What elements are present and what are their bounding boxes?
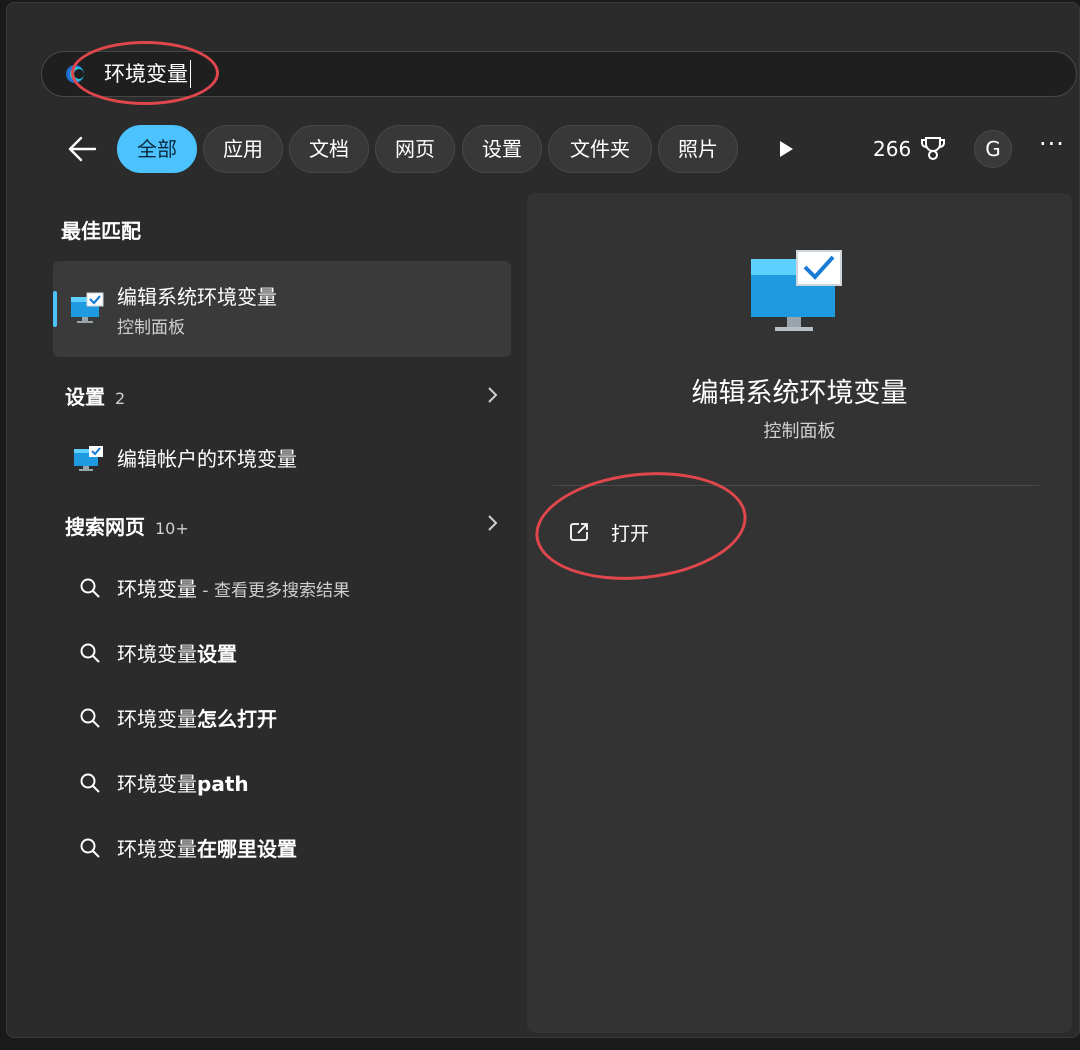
open-label: 打开 (611, 523, 650, 545)
bing-logo-icon (66, 65, 84, 83)
web-result-label: 环境变量设置 (117, 642, 237, 666)
web-result-item[interactable]: 环境变量path (65, 762, 515, 802)
tab-documents[interactable]: 文档 (289, 125, 369, 173)
web-section-heading[interactable]: 搜索网页 10+ (65, 511, 189, 540)
web-section-count: 10+ (155, 519, 189, 538)
search-icon (80, 643, 100, 663)
search-box[interactable]: 环境变量 (41, 51, 1077, 97)
best-match-item[interactable]: 编辑系统环境变量 控制面板 (53, 261, 511, 357)
more-options-icon[interactable]: ··· (1037, 132, 1067, 161)
search-window: 环境变量 全部 应用 文档 网页 设置 文件夹 照片 266 G ··· 最佳匹… (6, 2, 1080, 1038)
best-match-subtitle: 控制面板 (117, 318, 185, 338)
chevron-right-icon[interactable] (485, 513, 499, 533)
selection-indicator (53, 291, 57, 327)
best-match-title: 编辑系统环境变量 (117, 285, 277, 309)
best-match-heading: 最佳匹配 (61, 219, 141, 243)
tab-web[interactable]: 网页 (375, 125, 455, 173)
web-result-label: 环境变量path (117, 772, 249, 796)
account-avatar[interactable]: G (974, 130, 1012, 168)
search-icon (80, 773, 100, 793)
system-properties-monitor-icon (74, 446, 103, 471)
web-section-title: 搜索网页 (65, 515, 145, 539)
results-list: 最佳匹配 编辑系统环境变量 控制面板 设置 2 编辑帐户的环境变量 搜索网页 1… (7, 193, 527, 1033)
search-input[interactable]: 环境变量 (104, 60, 191, 88)
settings-section-heading[interactable]: 设置 2 (65, 381, 125, 410)
search-icon (80, 838, 100, 858)
play-more-filters-icon[interactable] (777, 139, 795, 159)
system-properties-monitor-icon (71, 292, 104, 323)
web-result-label: 环境变量在哪里设置 (117, 837, 297, 861)
settings-item-account-env[interactable]: 编辑帐户的环境变量 (65, 437, 515, 477)
open-external-icon (570, 523, 588, 541)
chevron-right-icon[interactable] (485, 385, 499, 405)
rewards-points: 266 (873, 137, 912, 161)
search-icon (80, 578, 100, 598)
tab-all[interactable]: 全部 (117, 125, 197, 173)
web-result-item[interactable]: 环境变量在哪里设置 (65, 827, 515, 867)
search-icon (80, 708, 100, 728)
settings-section-title: 设置 (65, 385, 105, 409)
preview-panel: 编辑系统环境变量 控制面板 打开 (527, 193, 1072, 1033)
rewards-trophy-icon[interactable] (919, 134, 947, 162)
divider (553, 485, 1039, 486)
settings-section-count: 2 (115, 389, 126, 408)
web-result-label: 环境变量怎么打开 (117, 707, 277, 731)
settings-item-label: 编辑帐户的环境变量 (117, 447, 297, 471)
web-result-item[interactable]: 环境变量设置 (65, 632, 515, 672)
back-arrow-icon[interactable] (65, 131, 101, 167)
system-properties-monitor-icon (751, 250, 842, 331)
tab-folders[interactable]: 文件夹 (548, 125, 652, 173)
web-result-item[interactable]: 环境变量 - 查看更多搜索结果 (65, 567, 515, 607)
preview-subtitle: 控制面板 (763, 421, 836, 442)
preview-title: 编辑系统环境变量 (691, 378, 908, 409)
tab-photos[interactable]: 照片 (658, 125, 738, 173)
web-result-item[interactable]: 环境变量怎么打开 (65, 697, 515, 737)
open-button[interactable]: 打开 (567, 515, 767, 551)
web-result-label: 环境变量 - 查看更多搜索结果 (117, 577, 350, 601)
tab-apps[interactable]: 应用 (203, 125, 283, 173)
tab-settings[interactable]: 设置 (462, 125, 542, 173)
